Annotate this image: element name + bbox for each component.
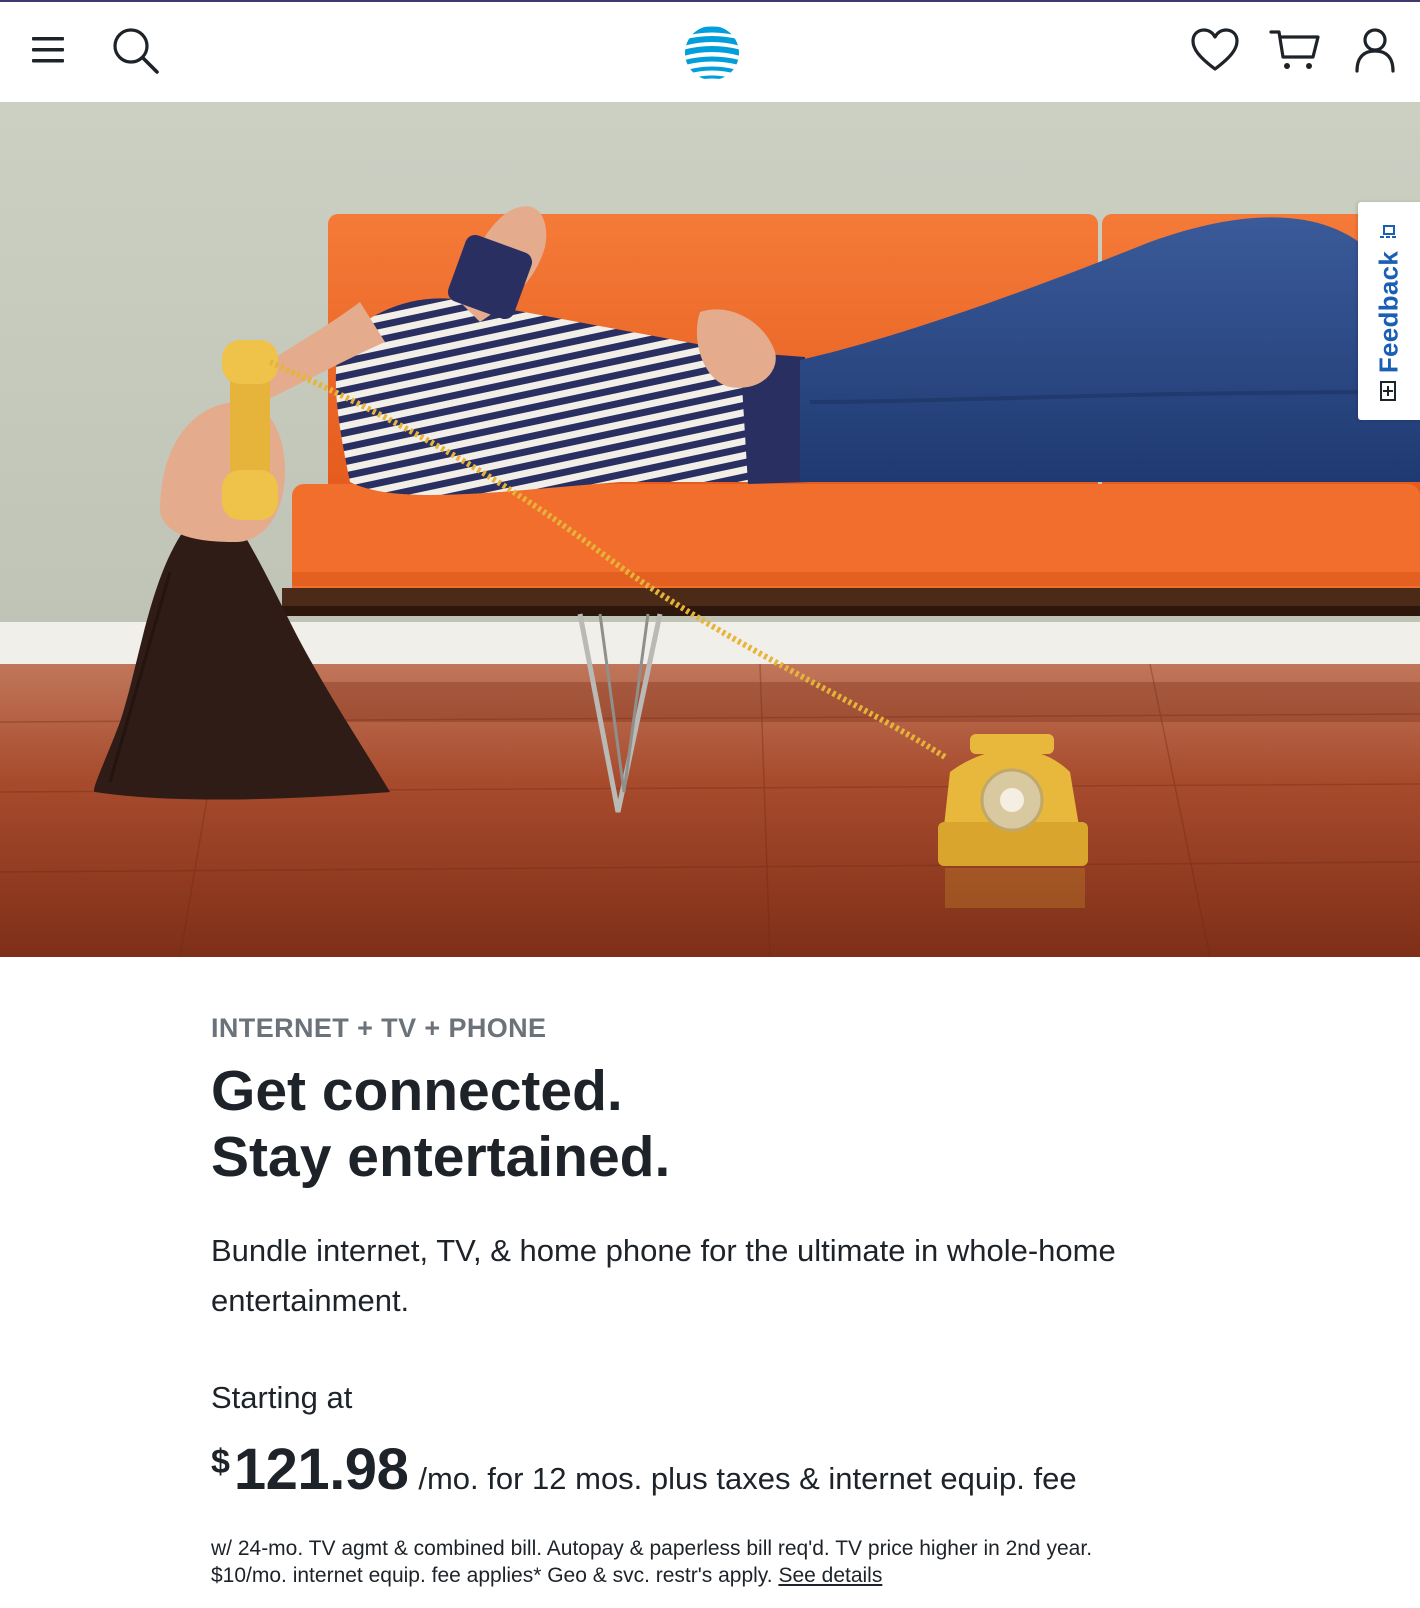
- legal-disclaimer: w/ 24-mo. TV agmt & combined bill. Autop…: [211, 1535, 1171, 1589]
- account-button[interactable]: [1347, 22, 1403, 78]
- legal-line-1: w/ 24-mo. TV agmt & combined bill. Autop…: [211, 1537, 1093, 1560]
- cart-button[interactable]: [1267, 22, 1323, 78]
- search-icon: [113, 28, 159, 74]
- see-details-link[interactable]: See details: [778, 1564, 882, 1587]
- headline-line-1: Get connected.: [211, 1059, 623, 1123]
- page: Feedback INTERNET + TV + PHONE Get conne…: [0, 0, 1420, 1608]
- price-row: $ 121.98 /mo. for 12 mos. plus taxes & i…: [211, 1436, 1211, 1503]
- feedback-expand-icon: [1380, 381, 1396, 401]
- att-globe-logo-icon: [685, 26, 739, 80]
- feedback-tab[interactable]: Feedback: [1358, 202, 1420, 420]
- headline-line-2: Stay entertained.: [211, 1125, 671, 1189]
- price-amount: 121.98: [233, 1437, 409, 1502]
- offer-description: Bundle internet, TV, & home phone for th…: [211, 1233, 1116, 1318]
- feedback-label: Feedback: [1373, 250, 1404, 374]
- hero-image: [0, 102, 1420, 957]
- user-icon: [1355, 28, 1395, 73]
- offer-eyebrow: INTERNET + TV + PHONE: [211, 1013, 547, 1043]
- offer-content: INTERNET + TV + PHONE Get connected. Sta…: [211, 1010, 1211, 1589]
- offer-headline: Get connected. Stay entertained.: [211, 1058, 1211, 1190]
- search-button[interactable]: [108, 23, 164, 79]
- legal-line-2: $10/mo. internet equip. fee applies* Geo…: [211, 1562, 1171, 1589]
- price-currency: $: [211, 1443, 230, 1481]
- heart-icon: [1191, 28, 1239, 71]
- site-header: [0, 2, 1420, 102]
- feedback-chat-icon: [1380, 225, 1396, 238]
- cart-icon: [1269, 30, 1320, 69]
- legal-line-2-text: $10/mo. internet equip. fee applies* Geo…: [211, 1564, 773, 1587]
- hamburger-menu-icon: [32, 37, 64, 63]
- starting-at-label: Starting at: [211, 1380, 353, 1415]
- wishlist-button[interactable]: [1187, 22, 1243, 78]
- menu-button[interactable]: [21, 22, 77, 78]
- price-terms: /mo. for 12 mos. plus taxes & internet e…: [418, 1461, 1077, 1496]
- hero-illustration: [0, 102, 1420, 957]
- att-logo[interactable]: [683, 24, 741, 82]
